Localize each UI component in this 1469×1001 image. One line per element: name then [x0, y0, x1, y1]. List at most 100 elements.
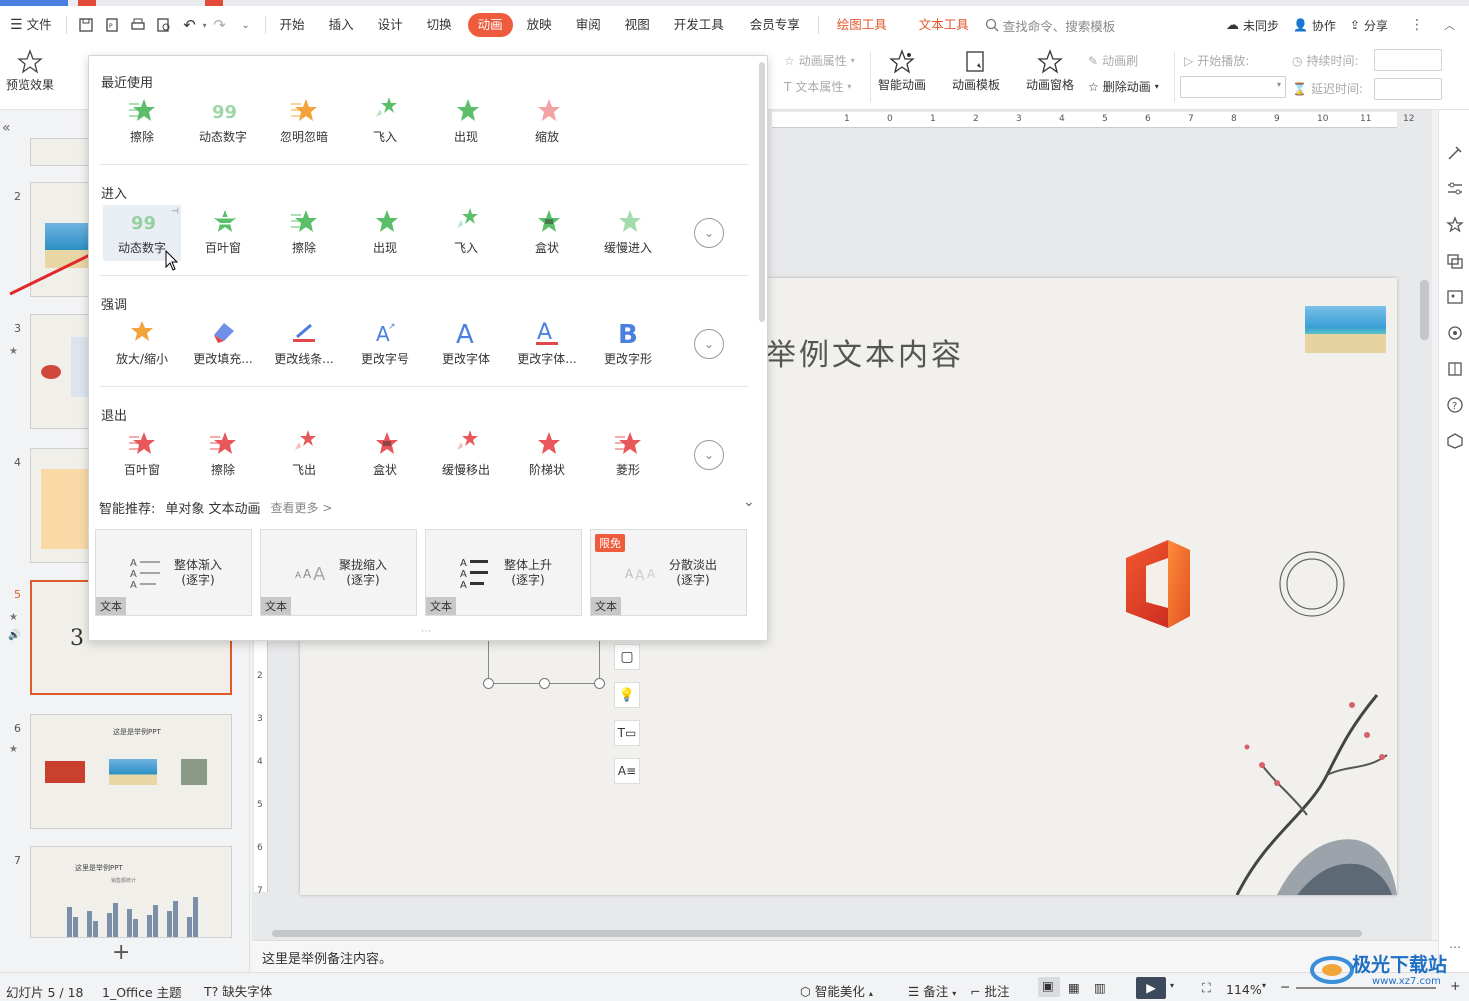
animation-emphasis-line-color[interactable]: 更改线条... — [265, 316, 343, 372]
animation-emphasis-font-color[interactable]: A 更改字体... — [508, 316, 586, 372]
settings-sliders-icon[interactable] — [1446, 180, 1464, 198]
normal-view-button[interactable]: ▣ — [1038, 977, 1060, 997]
smart-beautify-button[interactable]: ⬡ 智能美化 ▴ — [800, 981, 873, 1000]
office-logo-image[interactable] — [1118, 536, 1196, 631]
undo-dropdown-icon[interactable]: ▾ — [203, 21, 207, 30]
resize-handle[interactable] — [539, 678, 550, 689]
shape-style-tool[interactable]: ▢ — [614, 644, 640, 670]
expand-entrance-button[interactable]: ⌄ — [694, 218, 724, 248]
animation-exit-fly-out[interactable]: 飞出 — [265, 427, 343, 483]
customize-quickbar-icon[interactable]: ⌄ — [236, 15, 256, 35]
panel-scrollbar[interactable] — [759, 56, 766, 326]
animation-entrance-fly-in[interactable]: 飞入 — [427, 205, 505, 261]
animation-brush-button[interactable]: ✎ 动画刷 — [1088, 52, 1138, 69]
file-menu[interactable]: ☰ 文件 — [0, 13, 60, 37]
delay-input[interactable] — [1374, 78, 1442, 100]
animation-emphasis-font[interactable]: A 更改字体 — [427, 316, 505, 372]
animation-entrance-appear[interactable]: 出现 — [346, 205, 424, 261]
resize-handle[interactable] — [594, 678, 605, 689]
smart-card-scatter-fade-out[interactable]: A A A 分散淡出 (逐字) 文本 限免 — [590, 529, 747, 616]
animation-exit-blinds[interactable]: 百叶窗 — [103, 427, 181, 483]
notes-toggle-button[interactable]: ☰ 备注 ▾ — [908, 981, 956, 1000]
selected-textbox[interactable] — [483, 638, 605, 689]
help-icon[interactable]: ? — [1446, 396, 1464, 414]
beach-image[interactable] — [1305, 306, 1386, 353]
tab-developer[interactable]: 开发工具 — [666, 13, 732, 37]
collapse-smart-icon[interactable]: ⌄ — [743, 494, 755, 510]
tab-design[interactable]: 设计 — [370, 13, 411, 37]
animation-recent-fly-in[interactable]: 飞入 — [346, 94, 424, 150]
tab-slideshow[interactable]: 放映 — [519, 13, 560, 37]
image-tool-icon[interactable] — [1446, 288, 1464, 306]
command-search[interactable]: 查找命令、搜索模板 — [985, 16, 1115, 35]
slide-title-text[interactable]: 举例文本内容 — [766, 330, 964, 374]
print-icon[interactable] — [128, 15, 148, 35]
animation-emphasis-font-size[interactable]: A ↗ 更改字号 — [346, 316, 424, 372]
vertical-scrollbar-thumb[interactable] — [1420, 280, 1429, 340]
transition-icon[interactable] — [1446, 252, 1464, 270]
animation-recent-appear[interactable]: 出现 — [427, 94, 505, 150]
reading-view-icon[interactable]: ▥ — [1094, 980, 1106, 995]
animation-entrance-blinds[interactable]: 百叶窗 — [184, 205, 262, 261]
save-icon[interactable] — [76, 15, 96, 35]
tab-home[interactable]: 开始 — [272, 13, 313, 37]
animation-exit-box[interactable]: 盒状 — [346, 427, 424, 483]
collab-button[interactable]: 👤 协作 — [1293, 17, 1336, 34]
animation-exit-wipe[interactable]: 擦除 — [184, 427, 262, 483]
tab-text-tools[interactable]: 文本工具 — [911, 13, 977, 37]
animation-entrance-ease-in[interactable]: 缓慢进入 — [589, 205, 667, 261]
grid-view-icon[interactable]: ▦ — [1068, 980, 1080, 995]
zoom-out-icon[interactable]: − — [1280, 979, 1290, 994]
scrollbar-thumb[interactable] — [272, 930, 1362, 937]
cube-icon[interactable] — [1446, 432, 1464, 450]
view-more-link[interactable]: 查看更多 > — [271, 499, 333, 516]
notes-pane[interactable]: 这里是举例备注内容。 — [252, 940, 1438, 972]
text-format-tool[interactable]: A≡ — [614, 758, 640, 784]
expand-exit-button[interactable]: ⌄ — [694, 440, 724, 470]
slide-thumbnail-7[interactable]: 这里是举例PPT 销售额统计 — [30, 846, 232, 938]
circle-shape[interactable] — [1278, 550, 1346, 618]
tab-animation[interactable]: 动画 — [467, 13, 513, 37]
start-play-select[interactable]: ▾ — [1180, 76, 1286, 98]
slide-thumbnail-6[interactable]: 这是是举例PPT — [30, 714, 232, 829]
resize-handle[interactable] — [483, 678, 494, 689]
undo-icon[interactable]: ↶ — [180, 15, 200, 35]
animation-emphasis-grow-shrink[interactable]: 放大/缩小 — [103, 316, 181, 372]
animation-template-button[interactable]: 动画模板 — [952, 48, 1000, 93]
animation-recent-zoom[interactable]: 缩放 — [508, 94, 586, 150]
duration-input[interactable] — [1374, 49, 1442, 71]
animation-entrance-box[interactable]: 盒状 — [508, 205, 586, 261]
collapse-ribbon-icon[interactable]: ︿ — [1444, 17, 1455, 33]
tab-view[interactable]: 视图 — [617, 13, 658, 37]
smart-card-gather-zoom[interactable]: A A A 聚拢缩入 (逐字) 文本 — [260, 529, 417, 616]
animation-star-icon[interactable] — [1446, 216, 1464, 234]
panel-scrollbar-thumb[interactable] — [759, 62, 765, 322]
tab-drawing-tools[interactable]: 绘图工具 — [829, 13, 895, 37]
smart-card-fade-in-whole[interactable]: A A A 整体渐入 (逐字) 文本 — [95, 529, 252, 616]
text-layout-tool[interactable]: T▭ — [614, 720, 640, 746]
collapse-panel-icon[interactable]: « — [2, 120, 11, 136]
resize-grip-icon[interactable]: ⋯ — [421, 626, 431, 637]
notes-text[interactable]: 这里是举例备注内容。 — [262, 952, 392, 967]
zoom-dropdown-icon[interactable]: ▾ — [1262, 981, 1266, 990]
horizontal-scrollbar[interactable] — [260, 928, 1415, 938]
tab-member[interactable]: 会员专享 — [742, 13, 808, 37]
animation-pane-button[interactable]: 动画窗格 — [1026, 48, 1074, 93]
sync-status[interactable]: ☁ 未同步 — [1226, 17, 1279, 34]
zoom-level-text[interactable]: 114% — [1226, 982, 1262, 997]
magic-icon[interactable] — [1446, 144, 1464, 162]
animation-properties-button[interactable]: ☆ 动画属性 ▾ — [784, 52, 855, 69]
location-icon[interactable] — [1446, 324, 1464, 342]
comment-button[interactable]: ⌐ 批注 — [970, 981, 1009, 1000]
animation-recent-flicker[interactable]: 忽明忽暗 — [265, 94, 343, 150]
pin-icon[interactable]: ⊣ — [171, 207, 179, 217]
share-button[interactable]: ⇪ 分享 — [1350, 17, 1388, 34]
smart-card-rise-whole[interactable]: A A A 整体上升 (逐字) 文本 — [425, 529, 582, 616]
add-slide-button[interactable]: + — [112, 940, 130, 965]
animation-exit-stairs[interactable]: 阶梯状 — [508, 427, 586, 483]
fit-window-icon[interactable]: ⛶ — [1202, 980, 1211, 996]
tab-transition[interactable]: 切换 — [419, 13, 460, 37]
animation-emphasis-font-style[interactable]: B 更改字形 — [589, 316, 667, 372]
smart-suggest-tool[interactable]: 💡 — [614, 682, 640, 708]
theme-name-text[interactable]: 1_Office 主题 — [102, 982, 182, 1001]
